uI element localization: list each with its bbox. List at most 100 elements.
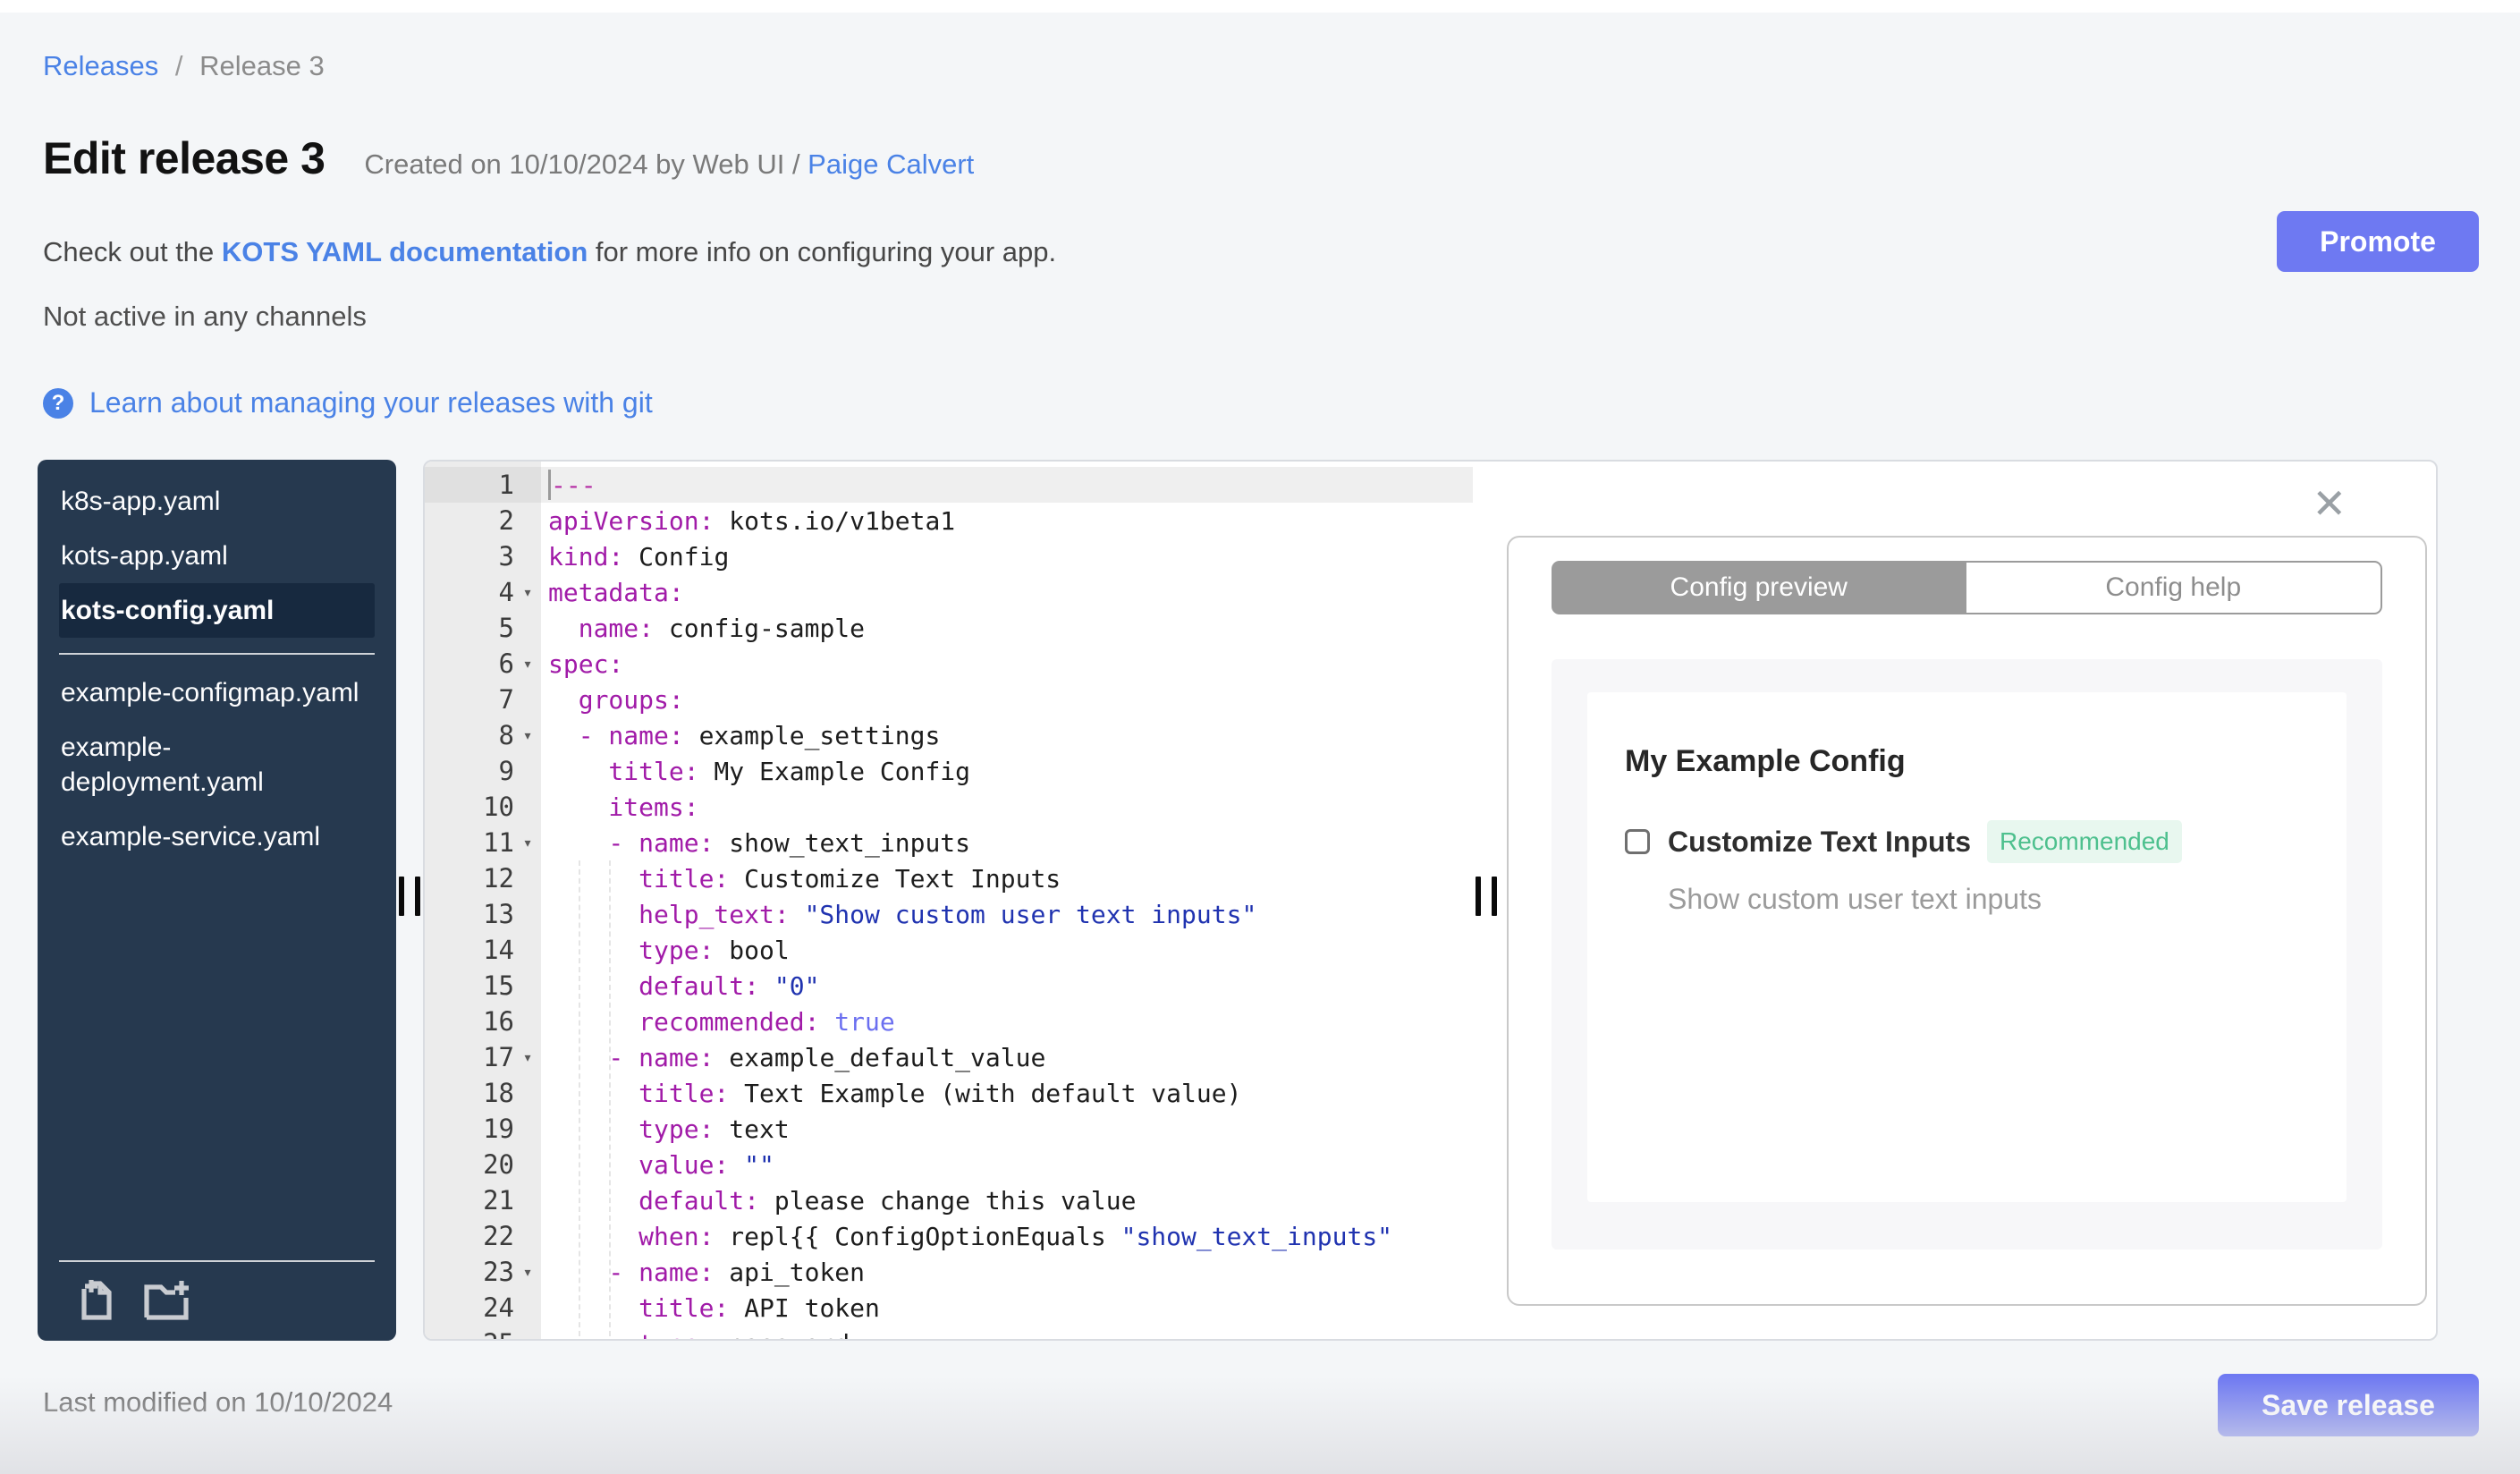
code-line-5[interactable]: 5 name: config-sample bbox=[425, 610, 1473, 646]
code-line-10[interactable]: 10 items: bbox=[425, 789, 1473, 825]
editor-resize-handle[interactable] bbox=[1474, 877, 1504, 916]
code-text: recommended: true bbox=[548, 1006, 895, 1037]
line-number-cell: 12 bbox=[483, 863, 514, 894]
code-line-23[interactable]: 23 ▾ - name: api_token bbox=[425, 1254, 1473, 1290]
file-tree-sidebar: k8s-app.yaml kots-app.yaml kots-config.yam… bbox=[38, 460, 396, 1341]
code-line-6[interactable]: 6 ▾ spec: bbox=[425, 646, 1473, 682]
customize-text-inputs-checkbox[interactable] bbox=[1625, 829, 1650, 854]
git-help-row: ? Learn about managing your releases wit… bbox=[43, 386, 653, 419]
code-text: title: My Example Config bbox=[548, 756, 971, 786]
line-number-cell: 6 ▾ bbox=[425, 646, 541, 682]
line-number-cell: 13 bbox=[483, 899, 514, 929]
line-number-cell: 4 ▾ bbox=[425, 574, 541, 610]
code-text: title: API token bbox=[548, 1292, 880, 1323]
code-text: type: password bbox=[541, 1329, 850, 1340]
code-line-13[interactable]: 13 help_text: "Show custom user text inp… bbox=[425, 896, 1473, 932]
line-number-cell: 3 bbox=[498, 541, 514, 572]
config-preview-area: My Example Config Customize Text Inputs … bbox=[1552, 659, 2382, 1250]
code-line-2[interactable]: 2 apiVersion: kots.io/v1beta1 bbox=[425, 503, 1473, 538]
release-editor-panel: 1 --- 2 apiVersion: kots.io/v1beta1 3 kind: C… bbox=[423, 460, 2438, 1341]
line-number-cell: 15 bbox=[483, 970, 514, 1001]
code-line-22[interactable]: 22 when: repl{{ ConfigOptionEquals "show… bbox=[425, 1218, 1473, 1254]
fold-arrow-icon[interactable]: ▾ bbox=[514, 726, 541, 745]
code-text: help_text: "Show custom user text inputs… bbox=[548, 899, 1257, 929]
tab-config-preview[interactable]: Config preview bbox=[1552, 561, 1966, 614]
code-text: - name: example_default_value bbox=[548, 1042, 1046, 1072]
code-text: title: Customize Text Inputs bbox=[548, 863, 1061, 894]
file-item-k8s-app-yaml[interactable]: k8s-app.yaml bbox=[59, 474, 375, 529]
code-line-15[interactable]: 15 default: "0" bbox=[425, 968, 1473, 1004]
code-line-21[interactable]: 21 default: please change this value bbox=[425, 1182, 1473, 1218]
promote-button[interactable]: Promote bbox=[2277, 211, 2479, 272]
code-line-11[interactable]: 11 ▾ - name: show_text_inputs bbox=[425, 825, 1473, 860]
file-item-kots-config-yaml[interactable]: kots-config.yaml bbox=[59, 583, 375, 638]
code-line-20[interactable]: 20 value: "" bbox=[425, 1147, 1473, 1182]
code-text: - name: example_settings bbox=[548, 720, 941, 750]
file-list-top: k8s-app.yaml kots-app.yaml kots-config.yam… bbox=[38, 474, 396, 638]
code-text: apiVersion: kots.io/v1beta1 bbox=[548, 505, 956, 536]
docs-prefix: Check out the bbox=[43, 236, 222, 267]
fold-arrow-icon[interactable]: ▾ bbox=[514, 834, 541, 852]
file-item-example-configmap-yaml[interactable]: example-configmap.yaml bbox=[59, 665, 375, 720]
code-line-1[interactable]: 1 --- bbox=[425, 467, 1473, 503]
line-number-cell: 21 bbox=[483, 1185, 514, 1216]
file-item-kots-app-yaml[interactable]: kots-app.yaml bbox=[59, 529, 375, 583]
code-line-14[interactable]: 14 type: bool bbox=[425, 932, 1473, 968]
indent-guide bbox=[579, 860, 580, 1336]
code-line-7[interactable]: 7 groups: bbox=[425, 682, 1473, 717]
close-icon[interactable]: ✕ bbox=[2312, 483, 2347, 524]
line-number-cell: 22 bbox=[483, 1221, 514, 1251]
kots-yaml-docs-link[interactable]: KOTS YAML documentation bbox=[222, 236, 588, 267]
fold-arrow-icon[interactable]: ▾ bbox=[514, 583, 541, 602]
file-item-example-deployment-yaml[interactable]: example-deployment.yaml bbox=[59, 720, 375, 809]
breadcrumb-releases-link[interactable]: Releases bbox=[43, 50, 158, 81]
fold-arrow-icon[interactable]: ▾ bbox=[514, 1263, 541, 1282]
code-text: default: "0" bbox=[548, 970, 820, 1001]
line-number-cell: 8 ▾ bbox=[425, 717, 541, 753]
fold-arrow-icon[interactable]: ▾ bbox=[514, 655, 541, 673]
save-release-button[interactable]: Save release bbox=[2218, 1374, 2479, 1436]
breadcrumb-current: Release 3 bbox=[199, 50, 325, 81]
code-line-12[interactable]: 12 title: Customize Text Inputs bbox=[425, 860, 1473, 896]
git-releases-link[interactable]: Learn about managing your releases with … bbox=[89, 386, 653, 419]
page-title: Edit release 3 bbox=[43, 133, 326, 183]
code-text: title: Text Example (with default value) bbox=[548, 1078, 1242, 1108]
line-number-cell: 7 bbox=[498, 684, 514, 715]
line-number-cell: 14 bbox=[483, 935, 514, 965]
created-author-link[interactable]: Paige Calvert bbox=[808, 148, 974, 180]
breadcrumb: Releases / Release 3 bbox=[43, 50, 325, 82]
code-line-16[interactable]: 16 recommended: true bbox=[425, 1004, 1473, 1039]
code-line-9[interactable]: 9 title: My Example Config bbox=[425, 753, 1473, 789]
code-line-25[interactable]: 25 type: password bbox=[425, 1326, 1473, 1339]
yaml-code-editor[interactable]: 1 --- 2 apiVersion: kots.io/v1beta1 3 kind: C… bbox=[425, 462, 1473, 1339]
recommended-badge: Recommended bbox=[1986, 820, 2182, 863]
tab-config-help[interactable]: Config help bbox=[1966, 561, 2382, 614]
code-line-18[interactable]: 18 title: Text Example (with default val… bbox=[425, 1075, 1473, 1111]
config-item-label: Customize Text Inputs bbox=[1668, 825, 1971, 858]
fold-arrow-icon[interactable]: ▾ bbox=[514, 1048, 541, 1067]
code-text: - name: show_text_inputs bbox=[548, 827, 971, 858]
code-line-4[interactable]: 4 ▾ metadata: bbox=[425, 574, 1473, 610]
code-line-24[interactable]: 24 title: API token bbox=[425, 1290, 1473, 1326]
config-group-title: My Example Config bbox=[1625, 744, 1906, 778]
line-number-cell: 17 ▾ bbox=[425, 1039, 541, 1075]
line-number-cell: 1 bbox=[425, 467, 541, 503]
sidebar-resize-handle[interactable] bbox=[397, 877, 427, 916]
line-number-cell: 10 bbox=[483, 792, 514, 822]
line-number-cell: 25 bbox=[425, 1326, 541, 1339]
file-item-example-service-yaml[interactable]: example-service.yaml bbox=[59, 809, 375, 864]
code-line-8[interactable]: 8 ▾ - name: example_settings bbox=[425, 717, 1473, 753]
add-file-icon[interactable] bbox=[75, 1276, 118, 1323]
add-folder-icon[interactable] bbox=[141, 1276, 191, 1323]
file-list-bottom: example-configmap.yaml example-deployment… bbox=[38, 665, 396, 864]
top-strip bbox=[0, 0, 2520, 13]
line-number-cell: 9 bbox=[498, 756, 514, 786]
code-line-3[interactable]: 3 kind: Config bbox=[425, 538, 1473, 574]
line-number-cell: 24 bbox=[483, 1292, 514, 1323]
code-text: spec: bbox=[548, 648, 624, 679]
code-text: groups: bbox=[548, 684, 684, 715]
code-text: name: config-sample bbox=[548, 613, 866, 643]
code-line-17[interactable]: 17 ▾ - name: example_default_value bbox=[425, 1039, 1473, 1075]
code-line-19[interactable]: 19 type: text bbox=[425, 1111, 1473, 1147]
